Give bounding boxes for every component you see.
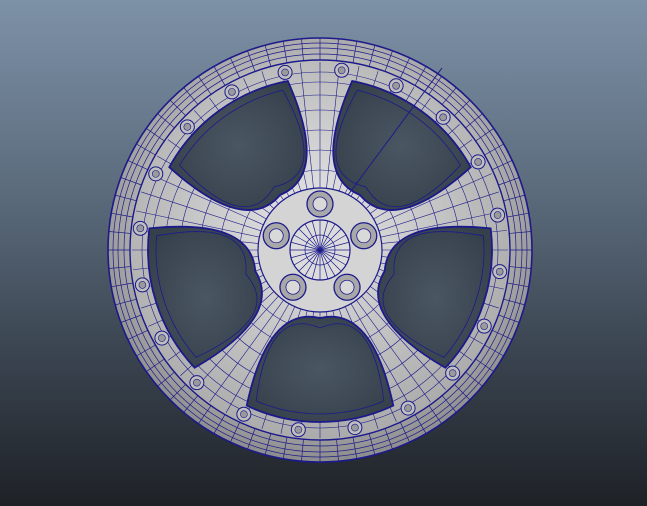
lug-nut-center — [268, 228, 284, 244]
rim-bolt-head — [495, 267, 504, 276]
rim-bolt-head — [158, 334, 166, 342]
lug-nut-center — [285, 279, 301, 295]
rim-bolt-head — [480, 322, 489, 330]
rim-bolt-head — [493, 211, 502, 219]
lug-nut-center — [312, 196, 328, 212]
lug-nut-center — [339, 279, 355, 295]
lug-nut-center — [356, 228, 372, 244]
wheel-group — [107, 37, 533, 463]
3d-viewport[interactable] — [0, 0, 647, 506]
hub — [257, 187, 383, 313]
rim-bolt-head — [193, 378, 201, 387]
rim-bolt-head — [404, 404, 412, 412]
center-cap-wire — [290, 220, 350, 280]
rim-bolt-head — [151, 170, 160, 178]
rim-bolt-head — [281, 68, 289, 77]
rim-bolt-head — [183, 123, 192, 131]
rim-bolt-head — [337, 66, 346, 75]
rim-bolt-head — [240, 410, 248, 419]
rim-bolt-head — [448, 369, 457, 377]
rim-bolt-head — [136, 224, 145, 233]
rim-bolt-head — [474, 158, 482, 166]
rim-bolt-head — [439, 113, 447, 122]
rim-bolt-head — [392, 81, 400, 90]
rim-bolt-head — [351, 423, 359, 432]
rim-bolt-head — [228, 88, 236, 96]
rim-bolt-head — [138, 281, 147, 289]
wheel-rim-model[interactable] — [0, 0, 647, 506]
rim-bolt-head — [294, 425, 303, 434]
